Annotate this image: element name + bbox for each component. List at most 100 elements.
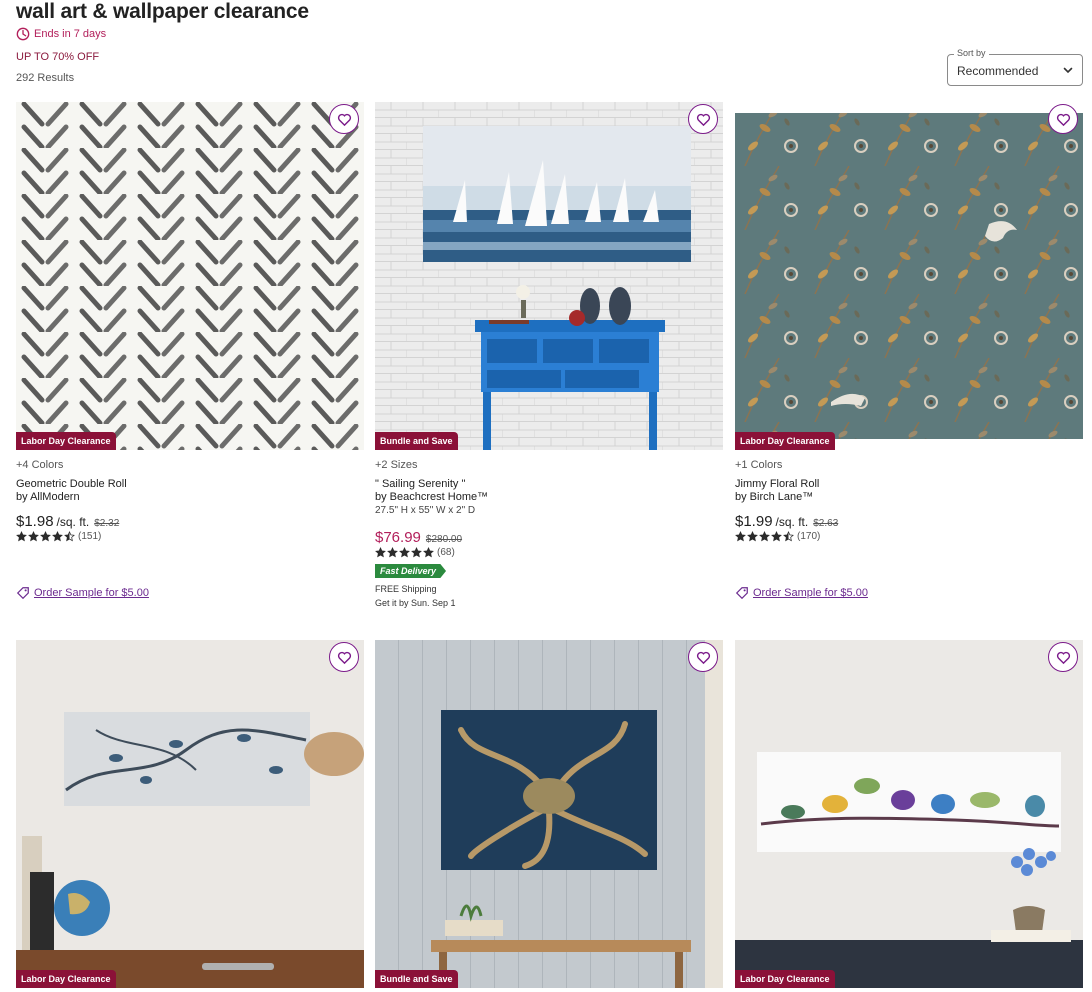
- sailing-painting-image: [375, 102, 723, 450]
- star-icon: [411, 547, 422, 558]
- product-card[interactable]: Bundle and Save: [375, 640, 723, 988]
- heart-icon: [337, 651, 351, 664]
- product-options: +1 Colors: [735, 459, 783, 471]
- heart-icon: [1056, 113, 1070, 126]
- product-brand: by AllModern: [16, 491, 80, 503]
- price: $1.99: [735, 513, 773, 530]
- star-icon: [52, 531, 63, 542]
- price: $1.98: [16, 513, 54, 530]
- promo-badge: Labor Day Clearance: [735, 432, 835, 450]
- star-icon: [387, 547, 398, 558]
- star-icon: [423, 547, 434, 558]
- star-icon: [64, 531, 75, 542]
- octopus-canvas-image: [375, 640, 723, 988]
- heart-icon: [696, 113, 710, 126]
- product-brand: by Beachcrest Home™: [375, 491, 489, 503]
- sort-label: Sort by: [954, 48, 989, 58]
- favorite-button[interactable]: [1048, 642, 1078, 672]
- shipping-text: FREE Shipping: [375, 584, 437, 594]
- favorite-button[interactable]: [329, 642, 359, 672]
- product-image[interactable]: Bundle and Save: [375, 102, 723, 450]
- birds-panoramic-canvas-image: [735, 640, 1083, 988]
- product-image[interactable]: Labor Day Clearance: [735, 102, 1083, 450]
- heart-icon: [337, 113, 351, 126]
- ends-timer: Ends in 7 days: [16, 27, 106, 41]
- star-icon: [16, 531, 27, 542]
- product-options: +2 Sizes: [375, 459, 418, 471]
- tag-icon: [735, 587, 748, 600]
- review-count: (68): [437, 547, 455, 558]
- star-icon: [759, 531, 770, 542]
- star-rating: [16, 531, 75, 542]
- heart-icon: [1056, 651, 1070, 664]
- order-sample-text: Order Sample for $5.00: [34, 587, 149, 599]
- price-row: $76.99 $280.00: [375, 529, 723, 546]
- star-rating: [375, 547, 434, 558]
- star-icon: [783, 531, 794, 542]
- floral-wallpaper-image: [735, 102, 1083, 450]
- herringbone-wallpaper-image: [16, 102, 364, 450]
- product-card[interactable]: Labor Day Clearance: [16, 640, 364, 988]
- favorite-button[interactable]: [688, 104, 718, 134]
- product-dimensions: 27.5" H x 55" W x 2" D: [375, 505, 476, 516]
- chevron-down-icon: [1063, 67, 1073, 74]
- star-icon: [28, 531, 39, 542]
- product-card[interactable]: Labor Day Clearance +1 Colors Jimmy Flor…: [735, 102, 1083, 600]
- order-sample-link[interactable]: Order Sample for $5.00: [16, 586, 149, 600]
- delivery-date: Get it by Sun. Sep 1: [375, 598, 456, 608]
- review-count: (151): [78, 531, 102, 542]
- star-icon: [399, 547, 410, 558]
- price-unit: /sq. ft.: [775, 515, 809, 529]
- promo-badge: Bundle and Save: [375, 970, 458, 988]
- page-title: wall art & wallpaper clearance: [16, 0, 309, 23]
- rating-row: (151): [16, 531, 364, 542]
- heart-icon: [696, 651, 710, 664]
- star-icon: [375, 547, 386, 558]
- ends-text: Ends in 7 days: [34, 28, 107, 40]
- original-price: $2.32: [94, 518, 120, 529]
- product-image[interactable]: Labor Day Clearance: [16, 102, 364, 450]
- sort-value: Recommended: [957, 64, 1039, 78]
- review-count: (170): [797, 531, 821, 542]
- price-unit: /sq. ft.: [56, 515, 90, 529]
- rating-row: (68): [375, 547, 723, 558]
- price-row: $1.99 /sq. ft. $2.63: [735, 513, 1083, 530]
- product-card[interactable]: Bundle and Save +2 Sizes " Sailing Seren…: [375, 102, 723, 609]
- star-icon: [735, 531, 746, 542]
- promo-badge: Labor Day Clearance: [735, 970, 835, 988]
- promo-badge: Bundle and Save: [375, 432, 458, 450]
- rating-row: (170): [735, 531, 1083, 542]
- results-count: 292 Results: [16, 72, 75, 84]
- product-name[interactable]: Geometric Double Roll: [16, 478, 364, 491]
- product-brand: by Birch Lane™: [735, 491, 814, 503]
- product-name[interactable]: " Sailing Serenity ": [375, 478, 723, 491]
- sort-dropdown[interactable]: Sort by Recommended: [947, 48, 1083, 86]
- price: $76.99: [375, 529, 421, 546]
- product-name[interactable]: Jimmy Floral Roll: [735, 478, 1083, 491]
- order-sample-text: Order Sample for $5.00: [753, 587, 868, 599]
- star-icon: [747, 531, 758, 542]
- order-sample-link[interactable]: Order Sample for $5.00: [735, 586, 868, 600]
- favorite-button[interactable]: [329, 104, 359, 134]
- product-card[interactable]: Labor Day Clearance: [735, 640, 1083, 988]
- tag-icon: [16, 587, 29, 600]
- fast-delivery-badge: Fast Delivery: [375, 564, 447, 578]
- favorite-button[interactable]: [1048, 104, 1078, 134]
- promo-text: UP TO 70% OFF: [16, 51, 100, 63]
- original-price: $2.63: [813, 518, 839, 529]
- original-price: $280.00: [425, 534, 463, 545]
- price-row: $1.98 /sq. ft. $2.32: [16, 513, 364, 530]
- product-options: +4 Colors: [16, 459, 64, 471]
- product-image[interactable]: Labor Day Clearance: [16, 640, 364, 988]
- favorite-button[interactable]: [688, 642, 718, 672]
- promo-badge: Labor Day Clearance: [16, 432, 116, 450]
- product-image[interactable]: Labor Day Clearance: [735, 640, 1083, 988]
- star-rating: [735, 531, 794, 542]
- star-icon: [40, 531, 51, 542]
- clock-icon: [16, 27, 30, 41]
- product-image[interactable]: Bundle and Save: [375, 640, 723, 988]
- star-icon: [771, 531, 782, 542]
- promo-badge: Labor Day Clearance: [16, 970, 116, 988]
- birds-branch-canvas-image: [16, 640, 364, 988]
- product-card[interactable]: Labor Day Clearance +4 Colors Geometric …: [16, 102, 364, 600]
